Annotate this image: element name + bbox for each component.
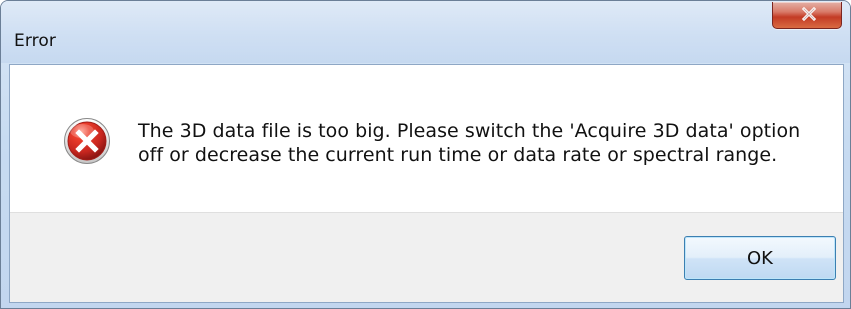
error-message-line-2: off or decrease the current run time or …	[138, 144, 778, 166]
ok-button[interactable]: OK	[684, 236, 836, 280]
close-icon	[801, 6, 817, 22]
error-message: The 3D data file is too big. Please swit…	[138, 119, 818, 167]
window-title: Error	[14, 31, 56, 51]
close-button[interactable]	[772, 2, 842, 29]
dialog-content: The 3D data file is too big. Please swit…	[9, 64, 844, 303]
message-area: The 3D data file is too big. Please swit…	[10, 65, 843, 212]
error-icon	[63, 117, 111, 165]
error-message-line-1: The 3D data file is too big. Please swit…	[138, 120, 801, 142]
titlebar[interactable]: Error	[1, 1, 850, 63]
button-area: OK	[10, 212, 843, 302]
error-dialog: Error The 3D data file is too big. Pleas…	[0, 0, 851, 309]
